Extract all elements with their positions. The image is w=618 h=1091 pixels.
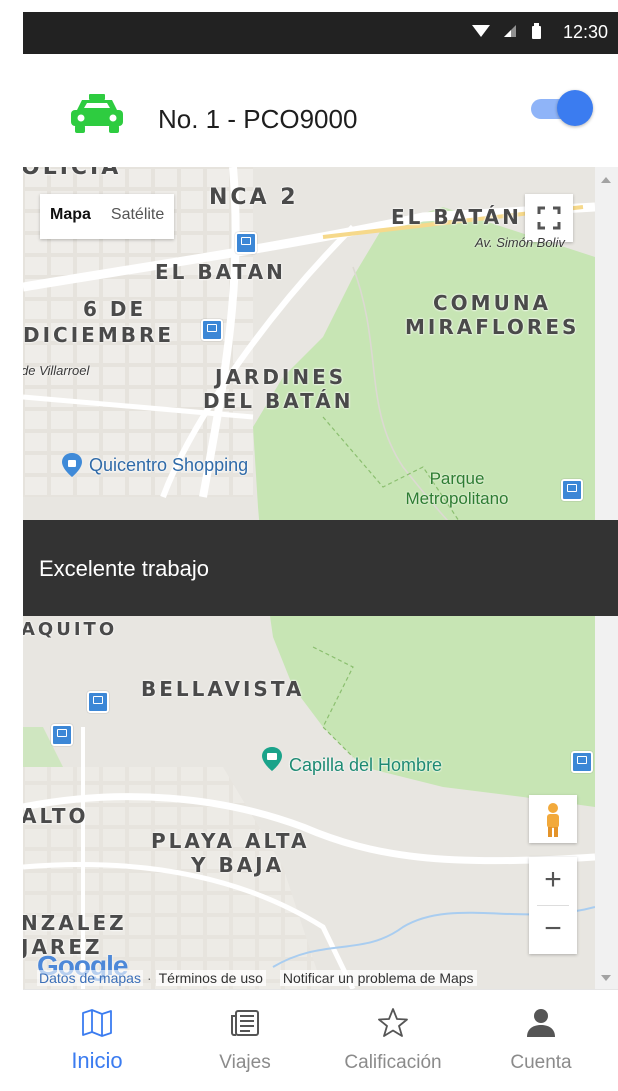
nav-item-viajes[interactable]: Viajes [171,990,319,1087]
map-data-link[interactable]: Datos de mapas [37,970,143,986]
person-icon [527,1009,555,1037]
nav-item-inicio[interactable]: Inicio [23,990,171,1087]
online-toggle[interactable] [531,90,593,126]
shopping-pin-icon [62,453,82,477]
map-icon [82,1009,112,1037]
map-type-map[interactable]: Mapa [40,194,101,239]
area-label: PLAYA ALTA [151,829,310,853]
bus-stop-icon[interactable] [87,691,109,713]
attribution-separator: · [146,970,152,986]
area-label: JARDINES [215,365,347,389]
wifi-signal-battery-icon [472,23,541,39]
bus-stop-icon[interactable] [571,751,593,773]
area-label: EL BATAN [155,260,286,284]
area-label: NCA 2 [209,185,299,210]
area-label: EL BATÁN [391,205,522,229]
star-icon [378,1008,408,1037]
map-attribution: Datos de mapas · Términos de uso Notific… [23,967,595,989]
poi-label[interactable]: Quicentro Shopping [89,455,248,476]
status-bar: 12:30 [23,12,618,54]
taxi-icon [71,94,123,133]
nav-item-cuenta[interactable]: Cuenta [467,990,618,1087]
terms-link[interactable]: Términos de uso [155,970,266,986]
nav-label: Calificación [344,1052,442,1073]
app-header: No. 1 - PCO9000 [23,54,618,168]
nav-label: Inicio [71,1048,123,1073]
zoom-out-button[interactable]: − [529,906,577,954]
bottom-navigation: Inicio Viajes Calificación Cuenta [23,989,618,1087]
bus-stop-icon[interactable] [201,319,223,341]
museum-pin-icon [262,747,282,771]
app-frame: 12:30 No. 1 - PCO9000 Mapa Satélite OLIC… [23,12,618,1087]
street-label: de Villarroel [23,363,90,378]
pegman-icon [547,803,559,837]
area-label: DICIEMBRE [23,323,175,347]
poi-label[interactable]: Parque [387,469,527,489]
poi-label[interactable]: Metropolitano [387,489,527,509]
street-view-button[interactable] [529,795,577,843]
status-icons [470,20,542,47]
area-label: Y BAJA [191,853,285,877]
area-label: NZALEZ [23,911,127,935]
nav-label: Cuenta [510,1052,572,1073]
area-label: AQUITO [23,619,118,640]
newspaper-icon [231,1010,259,1036]
toggle-knob [557,90,593,126]
zoom-in-button[interactable]: + [529,857,577,905]
bus-stop-icon[interactable] [561,479,583,501]
bus-stop-icon[interactable] [235,232,257,254]
area-label: 6 DE [83,297,147,321]
nav-item-calificacion[interactable]: Calificación [319,990,467,1087]
zoom-control: + − [529,857,577,954]
area-label: ALTO [23,804,89,828]
map-type-satellite[interactable]: Satélite [101,194,174,239]
status-time: 12:30 [562,22,608,42]
street-label: Av. Simón Boliv [475,235,565,250]
poi-label[interactable]: Capilla del Hombre [289,755,442,776]
area-label: DEL BATÁN [203,389,354,413]
area-label: COMUNA [433,291,552,315]
report-problem-link[interactable]: Notificar un problema de Maps [279,970,477,986]
snackbar: Excelente trabajo [23,520,618,616]
scroll-up-arrow-icon[interactable] [601,177,611,183]
bus-stop-icon[interactable] [51,724,73,746]
nav-label: Viajes [219,1052,271,1073]
area-label: BELLAVISTA [141,677,305,701]
area-label: MIRAFLORES [405,315,580,339]
scroll-down-arrow-icon[interactable] [601,975,611,981]
map-type-control: Mapa Satélite [40,194,175,239]
vehicle-label: No. 1 - PCO9000 [158,104,358,134]
area-label: OLICIA [23,167,122,180]
snackbar-message: Excelente trabajo [39,556,209,581]
